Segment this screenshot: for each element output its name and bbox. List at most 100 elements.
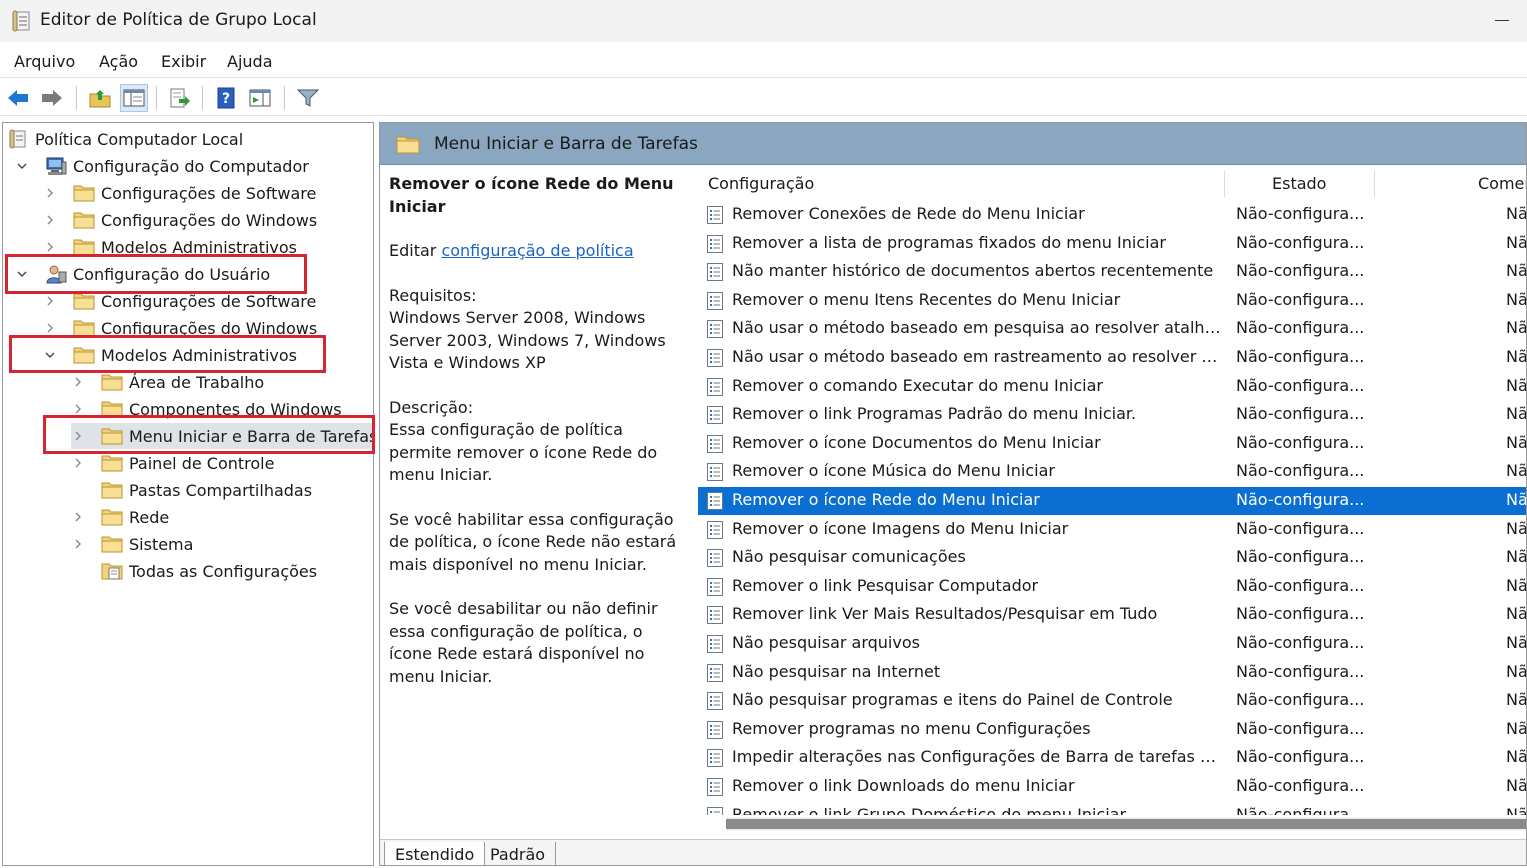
column-divider[interactable] <box>1374 171 1375 197</box>
folder-icon <box>73 345 95 365</box>
tree-item[interactable]: Modelos Administrativos <box>43 342 297 368</box>
tree-item[interactable]: Pastas Compartilhadas <box>71 477 312 503</box>
tree-item[interactable]: Configurações de Software <box>43 288 316 314</box>
tree-item[interactable]: Configuração do Computador <box>15 153 309 179</box>
tree-item[interactable]: Configurações do Windows <box>43 315 317 341</box>
tree-item[interactable]: Configurações de Software <box>43 180 316 206</box>
help-icon[interactable]: ? <box>212 84 240 112</box>
table-row[interactable]: Não usar o método baseado em rastreament… <box>698 344 1526 372</box>
column-header-comment[interactable]: Comer <box>1478 165 1526 201</box>
setting-comment: Nã <box>1506 604 1527 624</box>
table-row[interactable]: Remover a lista de programas fixados do … <box>698 230 1526 258</box>
tree-item[interactable]: Painel de Controle <box>71 450 274 476</box>
chevron-down-icon[interactable] <box>15 159 29 173</box>
horizontal-scrollbar[interactable] <box>726 817 1526 831</box>
table-row[interactable]: Remover o comando Executar do menu Inici… <box>698 373 1527 401</box>
table-row[interactable]: Remover o ícone Rede do Menu Iniciar Não-… <box>698 487 1526 515</box>
chevron-down-icon[interactable] <box>15 267 29 281</box>
tree-item[interactable]: Rede <box>71 504 169 530</box>
chevron-right-icon[interactable] <box>71 510 85 524</box>
table-row[interactable]: Não pesquisar na Internet Não-configura..… <box>698 659 1526 687</box>
tab-padrao[interactable]: Padrão <box>480 842 557 865</box>
table-row[interactable]: Remover o menu Itens Recentes do Menu In… <box>698 287 1526 315</box>
table-row[interactable]: Remover o ícone Documentos do Menu Inici… <box>698 430 1526 458</box>
table-row[interactable]: Remover programas no menu Configurações N… <box>698 716 1526 744</box>
export-list-icon[interactable] <box>166 84 194 112</box>
policy-doc-icon <box>7 129 29 149</box>
chevron-right-icon[interactable] <box>71 375 85 389</box>
tree-item[interactable]: Modelos Administrativos <box>43 234 297 260</box>
setting-comment: Nã <box>1506 690 1527 710</box>
table-row[interactable]: Não pesquisar comunicações Não-configura.… <box>698 544 1526 572</box>
tree-item[interactable]: Componentes do Windows <box>71 396 342 422</box>
table-row[interactable]: Remover o link Downloads do menu Iniciar… <box>698 773 1527 801</box>
chevron-right-icon[interactable] <box>43 213 57 227</box>
setting-comment: Nã <box>1506 776 1527 795</box>
table-row[interactable]: Remover o ícone Música do Menu Iniciar Nã… <box>698 458 1527 486</box>
table-row[interactable]: Remover o link Pesquisar Computador Não-c… <box>698 573 1526 601</box>
tree-item[interactable]: Configuração do Usuário <box>15 261 270 287</box>
table-row[interactable]: Não usar o método baseado em pesquisa ao… <box>698 315 1526 343</box>
menu-acao[interactable]: Ação <box>99 52 138 71</box>
show-hide-tree-icon[interactable] <box>120 84 148 112</box>
forward-icon[interactable] <box>38 84 66 112</box>
menu-exibir[interactable]: Exibir <box>161 52 206 71</box>
minimize-icon[interactable] <box>1495 20 1509 21</box>
table-row[interactable]: Impedir alterações nas Configurações de … <box>698 744 1526 772</box>
column-header-setting[interactable]: Configuração <box>708 165 814 201</box>
tree-item[interactable]: Configurações do Windows <box>43 207 317 233</box>
toolbar-separator <box>202 86 203 110</box>
chevron-right-icon[interactable] <box>71 429 85 443</box>
setting-comment: Nã <box>1506 375 1527 395</box>
chevron-right-icon[interactable] <box>43 321 57 335</box>
tree-item-label: Configurações de Software <box>101 183 317 203</box>
chevron-right-icon[interactable] <box>71 537 85 551</box>
chevron-right-icon[interactable] <box>71 402 85 416</box>
tree-item[interactable]: Menu Iniciar e Barra de Tarefas <box>71 423 373 449</box>
menu-ajuda[interactable]: Ajuda <box>227 52 273 71</box>
chevron-down-icon[interactable] <box>43 348 57 362</box>
tree-item-label: Política Computador Local <box>35 129 244 149</box>
tab-estendido[interactable]: Estendido <box>384 842 486 865</box>
column-divider[interactable] <box>1224 171 1225 197</box>
table-row[interactable]: Remover link Ver Mais Resultados/Pesquis… <box>698 601 1527 629</box>
setting-name: Remover link Ver Mais Resultados/Pesquis… <box>732 604 1158 624</box>
computer-icon <box>45 156 67 176</box>
setting-name: Não manter histórico de documentos abert… <box>732 261 1214 281</box>
tree-item[interactable]: Todas as Configurações <box>71 558 317 584</box>
menu-arquivo[interactable]: Arquivo <box>14 52 75 71</box>
table-row[interactable]: Remover Conexões de Rede do Menu Iniciar… <box>698 201 1526 229</box>
folder-icon <box>101 399 123 419</box>
policy-setting-icon <box>706 748 724 768</box>
setting-state: Não-configura... <box>1236 718 1365 738</box>
chevron-right-icon[interactable] <box>43 294 57 308</box>
table-row[interactable]: Remover o link Programas Padrão do menu … <box>698 401 1526 429</box>
up-folder-icon[interactable] <box>86 84 114 112</box>
setting-name: Não pesquisar comunicações <box>732 547 966 567</box>
table-row[interactable]: Não manter histórico de documentos abert… <box>698 258 1527 286</box>
policy-setting-icon <box>706 405 724 425</box>
folder-icon <box>73 291 95 311</box>
show-hide-action-pane-icon[interactable] <box>246 84 274 112</box>
policy-setting-icon <box>706 434 724 454</box>
table-row[interactable]: Remover o ícone Imagens do Menu Iniciar N… <box>698 516 1526 544</box>
user-icon <box>45 264 67 284</box>
chevron-right-icon[interactable] <box>71 456 85 470</box>
filter-icon[interactable] <box>294 84 322 112</box>
scrollbar-thumb[interactable] <box>726 819 1526 829</box>
setting-comment: Nã <box>1506 261 1527 281</box>
edit-policy-link[interactable]: configuração de política <box>441 241 633 260</box>
tree-item[interactable]: Política Computador Local <box>7 126 243 152</box>
tree-item[interactable]: Área de Trabalho <box>71 369 264 395</box>
chevron-right-icon[interactable] <box>43 240 57 254</box>
chevron-right-icon[interactable] <box>43 186 57 200</box>
folder-icon <box>73 183 95 203</box>
table-row[interactable]: Não pesquisar arquivos Não-configura... Nã <box>698 630 1526 658</box>
table-row[interactable]: Não pesquisar programas e itens do Paine… <box>698 687 1527 715</box>
table-row[interactable]: Remover o link Grupo Doméstico do menu I… <box>698 802 1526 815</box>
tree-item[interactable]: Sistema <box>71 531 193 557</box>
setting-comment: Nã <box>1506 461 1527 481</box>
back-icon[interactable] <box>4 84 32 112</box>
column-header-state[interactable]: Estado <box>1272 165 1326 201</box>
folder-icon <box>101 426 123 446</box>
